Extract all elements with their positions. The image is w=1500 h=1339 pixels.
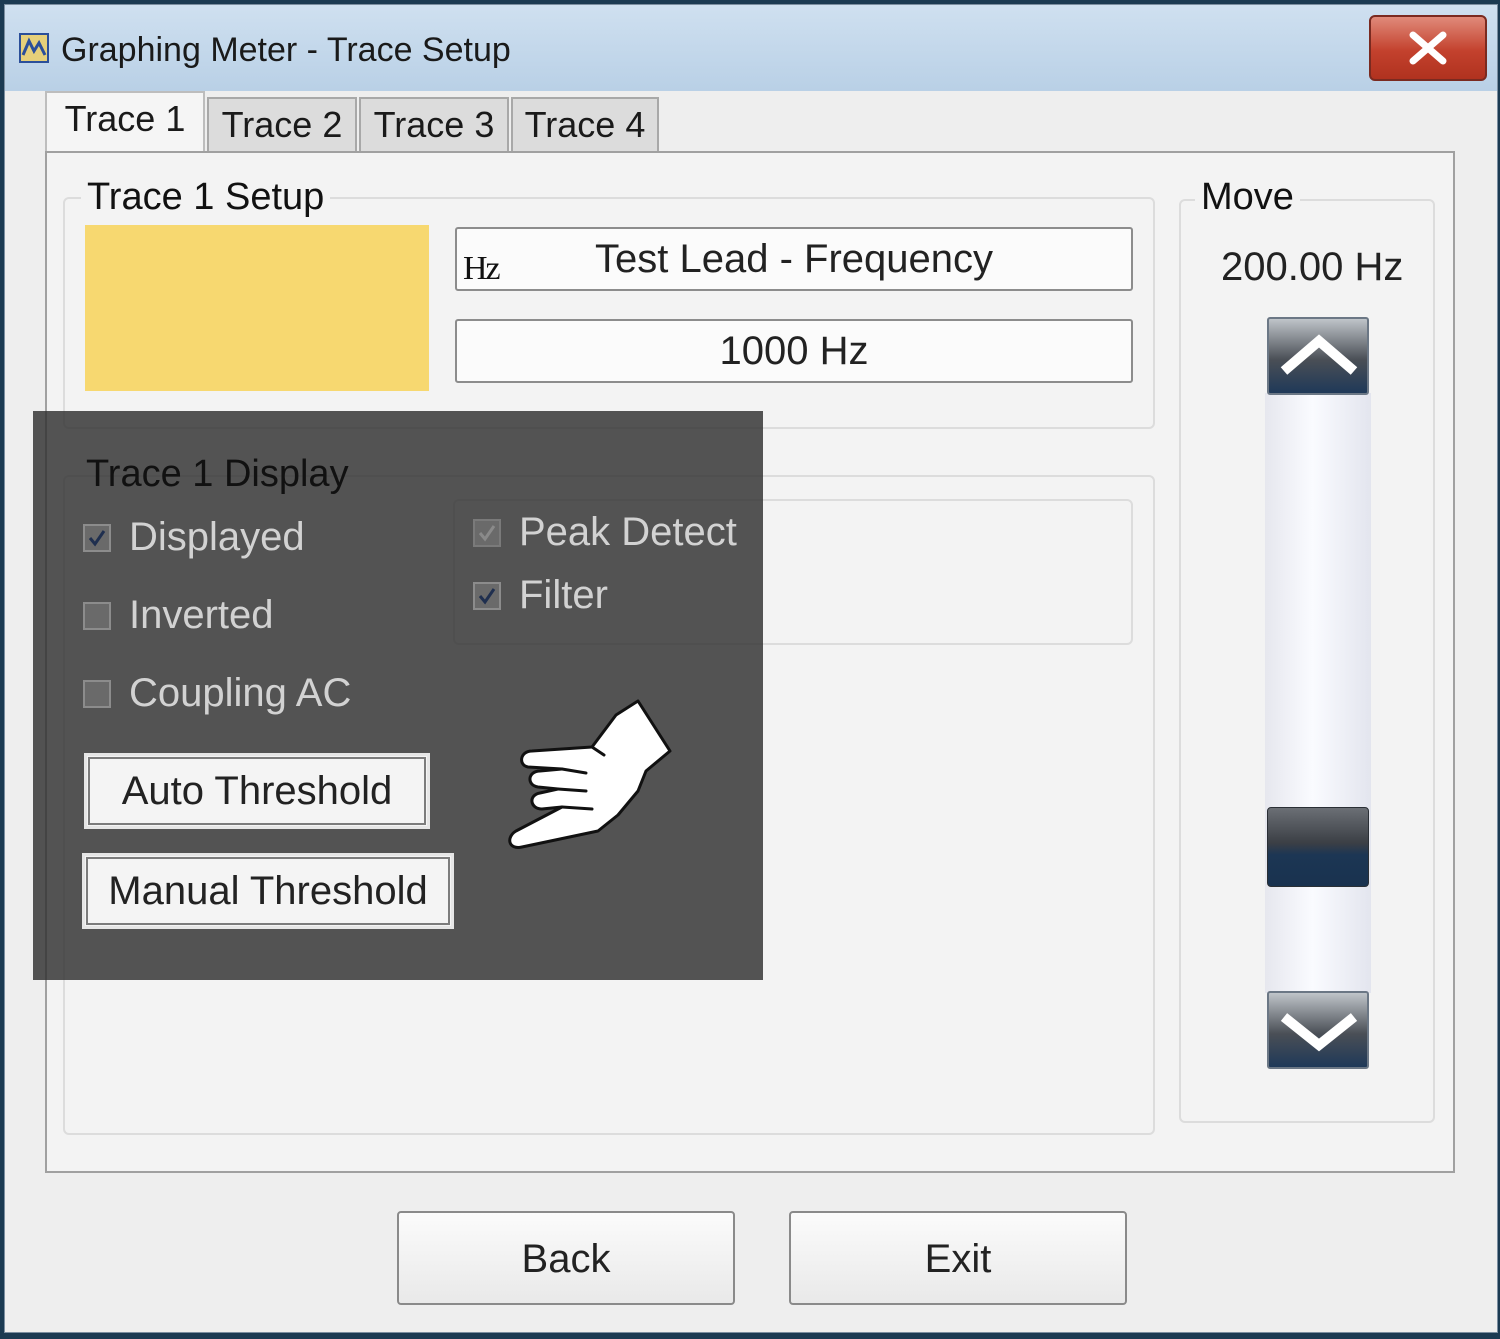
move-up-button[interactable] bbox=[1267, 317, 1369, 395]
close-icon bbox=[1409, 31, 1447, 65]
auto-threshold-button[interactable]: Auto Threshold bbox=[84, 753, 430, 829]
scale-field[interactable]: 1000 Hz bbox=[455, 319, 1133, 383]
check-icon bbox=[478, 525, 496, 542]
checkbox-box bbox=[83, 524, 111, 552]
checkbox-box bbox=[473, 582, 501, 610]
checkbox-box bbox=[83, 602, 111, 630]
source-field[interactable]: Hz Test Lead - Frequency bbox=[455, 227, 1133, 291]
check-icon bbox=[478, 588, 496, 605]
tab-trace-1[interactable]: Trace 1 bbox=[45, 91, 205, 153]
inverted-label: Inverted bbox=[129, 593, 274, 637]
trace-setup-legend: Trace 1 Setup bbox=[81, 175, 331, 219]
chevron-up-icon bbox=[1280, 334, 1358, 375]
coupling-ac-label: Coupling AC bbox=[129, 671, 352, 715]
manual-threshold-button[interactable]: Manual Threshold bbox=[82, 853, 454, 929]
move-down-button[interactable] bbox=[1267, 991, 1369, 1069]
move-slider-thumb[interactable] bbox=[1267, 807, 1369, 887]
pointing-hand-icon bbox=[508, 699, 672, 849]
move-legend: Move bbox=[1195, 175, 1300, 219]
tab-trace-2[interactable]: Trace 2 bbox=[207, 97, 357, 151]
chevron-down-icon bbox=[1280, 1013, 1358, 1052]
filter-label: Filter bbox=[519, 573, 608, 617]
tab-trace-3[interactable]: Trace 3 bbox=[359, 97, 509, 151]
move-value: 200.00 Hz bbox=[1221, 245, 1404, 289]
graphing-meter-app-icon bbox=[19, 33, 49, 63]
move-slider-track[interactable] bbox=[1265, 393, 1371, 993]
tab-trace-4[interactable]: Trace 4 bbox=[511, 97, 659, 151]
checkbox-box bbox=[473, 519, 501, 547]
hz-unit-icon: Hz bbox=[463, 250, 501, 287]
scale-value: 1000 Hz bbox=[719, 329, 869, 373]
peak-detect-label: Peak Detect bbox=[519, 510, 737, 554]
check-icon bbox=[88, 530, 106, 547]
back-button[interactable]: Back bbox=[397, 1211, 735, 1305]
source-value: Test Lead - Frequency bbox=[595, 237, 993, 281]
title-bar: Graphing Meter - Trace Setup bbox=[5, 5, 1497, 91]
trace-display-legend: Trace 1 Display bbox=[86, 453, 349, 495]
checkbox-box bbox=[83, 680, 111, 708]
window-title: Graphing Meter - Trace Setup bbox=[61, 31, 511, 69]
displayed-label: Displayed bbox=[129, 515, 305, 559]
close-button[interactable] bbox=[1369, 15, 1487, 81]
exit-button[interactable]: Exit bbox=[789, 1211, 1127, 1305]
trace-color-swatch[interactable] bbox=[85, 225, 429, 391]
